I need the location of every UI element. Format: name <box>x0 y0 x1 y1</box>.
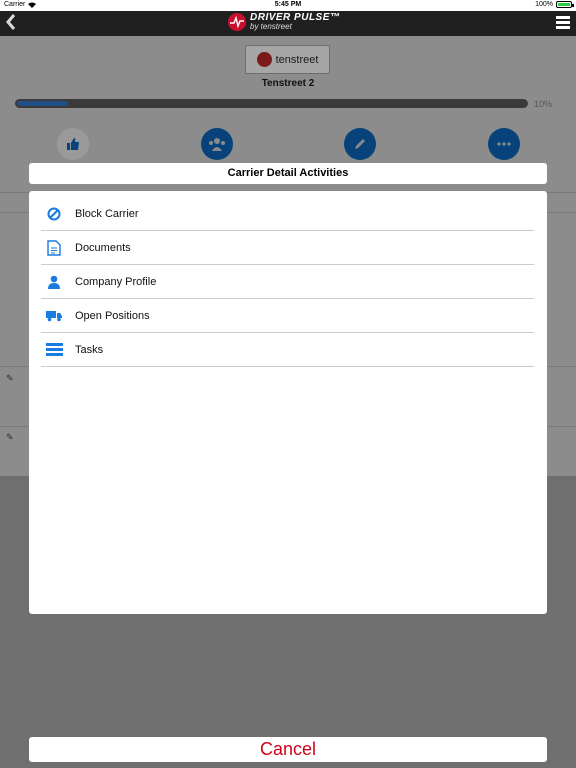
activities-list: Block Carrier Documents Company Profile … <box>41 197 534 367</box>
group-icon <box>209 138 225 151</box>
edit-button[interactable] <box>344 128 376 160</box>
pencil-icon: ✎ <box>6 432 14 442</box>
more-button[interactable] <box>488 128 520 160</box>
nav-bar: DRIVER PULSE™ by tenstreet <box>0 11 576 36</box>
more-dots-icon <box>497 142 511 146</box>
battery-indicator: 100% <box>535 1 574 8</box>
menu-item-label: Open Positions <box>75 309 150 322</box>
block-icon <box>42 207 66 221</box>
logo-title: DRIVER PULSE™ <box>250 12 341 23</box>
tasks-icon <box>42 343 66 356</box>
like-button[interactable] <box>57 128 89 160</box>
person-icon <box>42 275 66 289</box>
menu-item-label: Tasks <box>75 343 104 356</box>
battery-label: 100% <box>535 1 553 8</box>
menu-item-tasks[interactable]: Tasks <box>41 333 534 367</box>
menu-item-company-profile[interactable]: Company Profile <box>41 265 534 299</box>
status-time: 5:45 PM <box>274 1 302 8</box>
logo-subtitle: by tenstreet <box>250 22 292 31</box>
tenstreet-logo-icon <box>256 52 272 67</box>
modal-title: Carrier Detail Activities <box>29 163 547 184</box>
pencil-icon <box>355 139 365 149</box>
group-button[interactable] <box>201 128 233 160</box>
menu-item-block-carrier[interactable]: Block Carrier <box>41 197 534 231</box>
truck-icon <box>42 310 66 322</box>
pencil-icon: ✎ <box>6 373 14 383</box>
pulse-logo-icon <box>228 13 246 31</box>
progress-fill <box>17 101 68 106</box>
document-icon <box>42 239 66 256</box>
company-name: Tenstreet 2 <box>261 78 315 89</box>
status-bar: Carrier 5:45 PM 100% <box>0 0 576 11</box>
menu-item-label: Block Carrier <box>75 207 139 220</box>
thumbs-up-icon <box>67 138 79 150</box>
back-button[interactable] <box>6 14 16 34</box>
menu-item-open-positions[interactable]: Open Positions <box>41 299 534 333</box>
hamburger-menu-icon[interactable] <box>556 16 570 29</box>
app-logo: DRIVER PULSE™ by tenstreet <box>228 13 340 31</box>
profile-progress-bar <box>15 99 528 108</box>
company-logo-badge: tenstreet <box>245 45 330 74</box>
chevron-left-icon <box>6 14 16 30</box>
activities-modal: Block Carrier Documents Company Profile … <box>29 191 547 614</box>
menu-item-label: Company Profile <box>75 275 157 288</box>
battery-icon <box>556 1 574 8</box>
progress-label: 10% <box>534 99 553 109</box>
menu-item-label: Documents <box>75 241 131 254</box>
cancel-button[interactable]: Cancel <box>29 737 547 762</box>
menu-item-documents[interactable]: Documents <box>41 231 534 265</box>
badge-text: tenstreet <box>275 53 319 66</box>
